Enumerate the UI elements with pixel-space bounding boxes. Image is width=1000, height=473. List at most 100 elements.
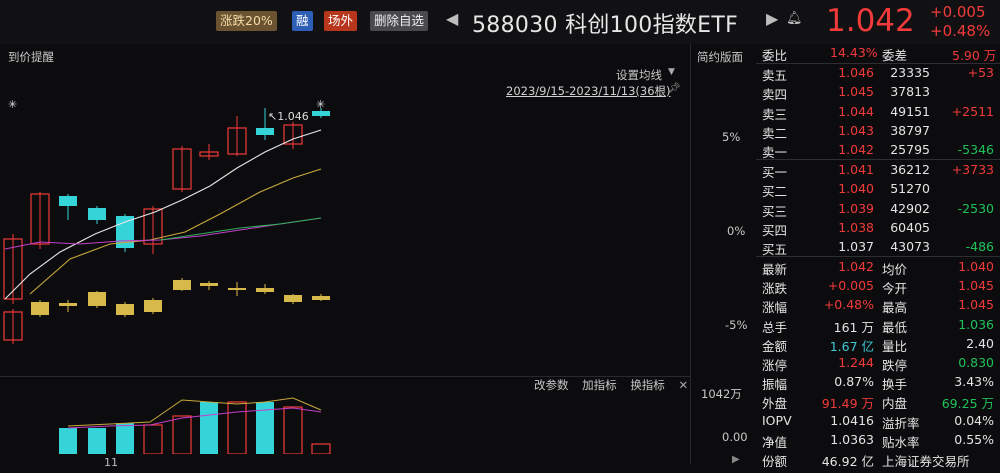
add-indicator-button[interactable]: 加指标 — [582, 377, 617, 393]
stat-value: 1.036 — [958, 316, 994, 332]
ma30-line — [159, 217, 322, 241]
stat-value: 0.04% — [954, 412, 994, 428]
candle-body — [312, 296, 330, 300]
level-volume: 37813 — [890, 84, 930, 100]
level-price: 1.042 — [838, 142, 874, 158]
level-volume: 36212 — [890, 162, 930, 177]
stat-value: 161 万 — [833, 319, 874, 335]
level-volume: 42902 — [890, 200, 930, 216]
volume-bar — [143, 424, 163, 454]
level-label: 买二 — [762, 184, 788, 200]
order-book-row[interactable]: 买三 1.039 42902 -2530 — [756, 200, 1000, 219]
candle-body — [200, 283, 218, 286]
candle-body — [312, 111, 330, 116]
volume-chart[interactable] — [0, 392, 690, 454]
candle-body — [256, 288, 274, 292]
security-title: 588030 科创100指数ETF — [472, 13, 739, 38]
stat-label: 外盘 — [762, 396, 788, 412]
candle-body — [284, 295, 302, 302]
level-label: 买一 — [762, 165, 788, 180]
stat-value: 3.43% — [954, 374, 994, 390]
last-price: 1.042 — [826, 3, 915, 39]
bell-icon[interactable]: 🔔︎ — [786, 11, 803, 26]
candlestick-chart[interactable]: ✳ ✳ ↖1.046 — [0, 44, 690, 374]
stats-row: 总手 161 万最低 1.036 — [756, 316, 1000, 335]
level-label: 卖二 — [762, 125, 788, 141]
order-book-row[interactable]: 买二 1.040 51270 — [756, 180, 1000, 199]
ma20-line — [4, 217, 322, 250]
stat-value: 1.042 — [838, 259, 874, 274]
level-price: 1.046 — [838, 65, 874, 80]
axis-divider — [690, 44, 691, 464]
off-market-tag[interactable]: 场外 — [324, 11, 358, 31]
scroll-right-icon[interactable]: ▶ — [732, 454, 740, 465]
stats-row: 最新 1.042 均价 1.040 — [756, 258, 1000, 277]
volume-ma-line — [67, 407, 322, 429]
stat-value: 91.49 万 — [821, 396, 874, 412]
level-label: 卖三 — [762, 106, 788, 122]
level-label: 买四 — [762, 222, 788, 238]
order-book-row[interactable]: 卖一 1.042 25795 -5346 — [756, 141, 1000, 160]
level-label: 买三 — [762, 203, 788, 219]
close-icon[interactable]: ✕ — [678, 378, 688, 392]
candle-body — [144, 300, 162, 312]
candle-body — [173, 280, 191, 290]
stat-label: 涨跌 — [762, 281, 788, 297]
level-volume: 60405 — [890, 219, 930, 235]
candle-body — [256, 128, 274, 135]
volume-controls: 改参数 加指标 换指标 ✕ — [534, 377, 688, 393]
stats-row: 涨幅 +0.48% 最高 1.045 — [756, 296, 1000, 315]
divider — [756, 256, 1000, 257]
switch-indicator-button[interactable]: 换指标 — [630, 377, 665, 393]
remove-watchlist-button[interactable]: 删除自选 — [370, 11, 429, 31]
order-book-row[interactable]: 买五 1.037 43073 -486 — [756, 238, 1000, 257]
order-book-row[interactable]: 卖二 1.043 38797 — [756, 122, 1000, 141]
order-book-row[interactable]: 买四 1.038 60405 — [756, 219, 1000, 238]
candle-body — [59, 196, 77, 206]
change-amount: +0.005 — [930, 3, 986, 21]
stat-label: 贴水率 — [882, 434, 920, 450]
order-book-row[interactable]: 卖三 1.044 49151 +2511 — [756, 103, 1000, 122]
stat-value: 1.0363 — [830, 431, 874, 447]
level-change: -2530 — [957, 200, 994, 216]
level-volume: 25795 — [890, 142, 930, 158]
weibi-label: 委比 — [762, 48, 788, 63]
level-price: 1.043 — [838, 122, 874, 138]
stat-label: 最低 — [882, 319, 908, 335]
stats-row: 外盘 91.49 万内盘 69.25 万 — [756, 392, 1000, 411]
stat-value: 0.830 — [958, 355, 994, 370]
stats-row: 涨跌 +0.005 今开 1.045 — [756, 277, 1000, 296]
level-volume: 49151 — [890, 103, 930, 119]
stat-label: 内盘 — [882, 396, 908, 412]
level-label: 卖五 — [762, 68, 788, 83]
stat-label: 最高 — [882, 300, 908, 316]
prev-stock-icon[interactable]: ◀ — [446, 9, 458, 28]
level-change: -486 — [965, 239, 994, 255]
stat-value: 0.87% — [834, 374, 874, 390]
candle-body — [88, 292, 106, 306]
simple-layout-link[interactable]: 简约版面 — [697, 49, 743, 65]
stat-value: 1.045 — [958, 278, 994, 294]
edit-params-button[interactable]: 改参数 — [534, 377, 569, 393]
star-icon: ✳ — [316, 98, 325, 111]
stats-row: IOPV 1.0416 溢折率 0.04% — [756, 412, 1000, 431]
order-book-row[interactable]: 卖四 1.045 37813 — [756, 83, 1000, 102]
stats-row: 振幅 0.87% 换手 3.43% — [756, 373, 1000, 392]
stat-value: 1.0416 — [830, 412, 874, 428]
level-price: 1.041 — [838, 162, 874, 177]
order-book-row[interactable]: 买一 1.041 36212 +3733 — [756, 161, 1000, 180]
volume-max-label: 1042万 — [701, 387, 742, 401]
weicha-value: 5.90 万 — [952, 48, 997, 63]
stats-row: 金额 1.67 亿量比 2.40 — [756, 335, 1000, 354]
stat-value: 1.244 — [838, 355, 874, 370]
level-volume: 38797 — [890, 122, 930, 138]
volume-bar — [116, 423, 134, 454]
change-percent: +0.48% — [930, 22, 991, 40]
candle-body — [228, 288, 246, 290]
order-book-row[interactable]: 卖五 1.046 23335 +53 — [756, 64, 1000, 83]
next-stock-icon[interactable]: ▶ — [766, 9, 778, 28]
level-price: 1.045 — [838, 84, 874, 100]
stat-label: 跌停 — [882, 358, 908, 373]
stat-value: 1.040 — [958, 259, 994, 274]
level-price: 1.037 — [838, 239, 874, 255]
